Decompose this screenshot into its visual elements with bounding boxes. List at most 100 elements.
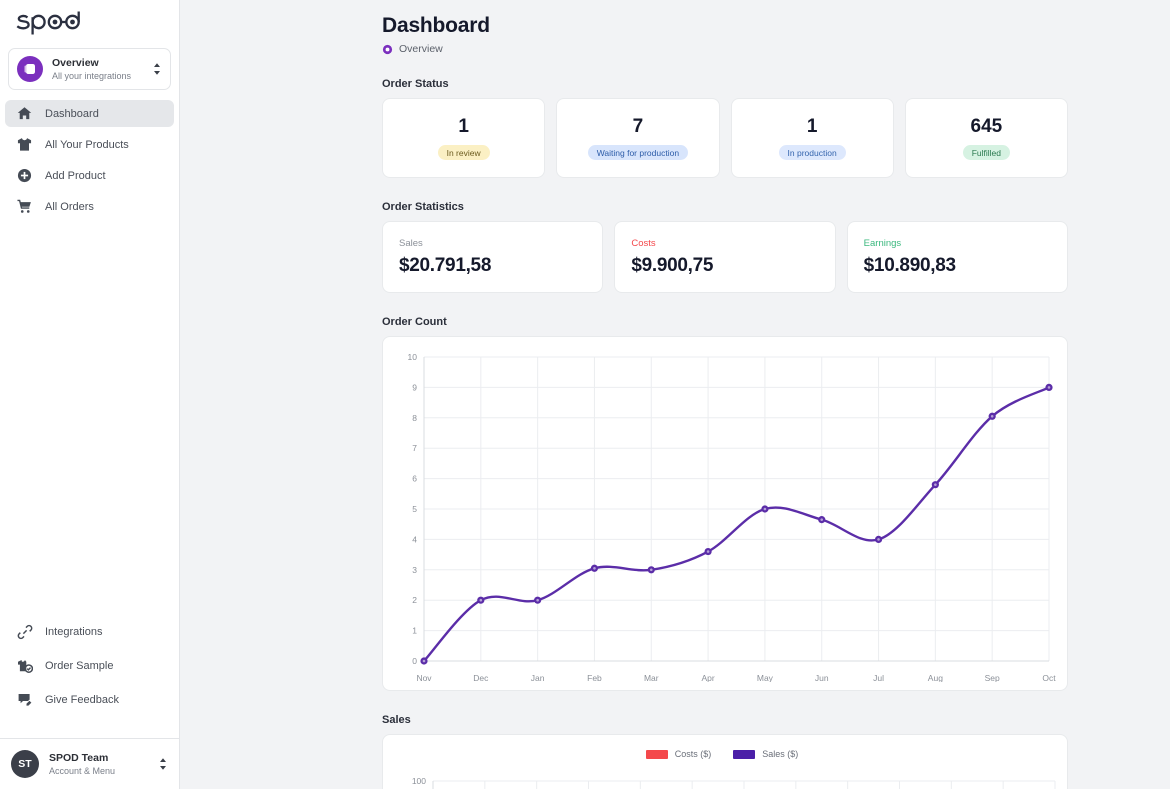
svg-text:Aug: Aug bbox=[928, 673, 943, 682]
up-down-chevron-icon[interactable] bbox=[158, 756, 168, 772]
stat-value: $20.791,58 bbox=[399, 254, 492, 276]
svg-text:Mar: Mar bbox=[644, 673, 659, 682]
order-statistics-cards: Sales $20.791,58 Costs $9.900,75 Earning… bbox=[382, 221, 1068, 293]
sidebar-item-label: Integrations bbox=[45, 625, 103, 638]
order-status-cards: 1 In review 7 Waiting for production 1 I… bbox=[382, 98, 1068, 178]
legend-item-costs[interactable]: Costs ($) bbox=[645, 749, 712, 759]
stat-card-sales[interactable]: Sales $20.791,58 bbox=[382, 221, 604, 293]
status-count: 7 bbox=[632, 116, 644, 137]
svg-text:5: 5 bbox=[412, 504, 417, 514]
sidebar-item-label: Add Product bbox=[45, 169, 106, 182]
stat-label: Sales bbox=[399, 237, 423, 249]
tshirt-check-icon bbox=[16, 658, 33, 674]
org-switcher[interactable]: Overview All your integrations bbox=[8, 48, 171, 90]
status-card-fulfilled[interactable]: 645 Fulfilled bbox=[904, 98, 1068, 178]
svg-text:100: 100 bbox=[412, 776, 426, 786]
account-subtitle: Account & Menu bbox=[49, 765, 116, 776]
order-statistics-section-label: Order Statistics bbox=[382, 201, 464, 213]
legend-label: Sales ($) bbox=[762, 749, 799, 759]
logo-container[interactable] bbox=[0, 0, 179, 42]
status-card-in-production[interactable]: 1 In production bbox=[730, 98, 894, 178]
sidebar-item-label: Give Feedback bbox=[45, 693, 119, 706]
stat-card-costs[interactable]: Costs $9.900,75 bbox=[614, 221, 836, 293]
account-menu[interactable]: ST SPOD Team Account & Menu bbox=[0, 738, 179, 789]
stat-value: $9.900,75 bbox=[631, 254, 714, 276]
up-down-chevron-icon[interactable] bbox=[152, 61, 162, 77]
svg-text:1: 1 bbox=[412, 626, 417, 636]
feedback-flag-icon bbox=[16, 692, 33, 708]
svg-text:7: 7 bbox=[412, 443, 417, 453]
sidebar-item-all-orders[interactable]: All Orders bbox=[5, 193, 174, 220]
avatar: ST bbox=[11, 750, 39, 778]
svg-text:Jun: Jun bbox=[815, 673, 829, 682]
org-switcher-texts: Overview All your integrations bbox=[52, 57, 143, 82]
status-card-waiting-for-production[interactable]: 7 Waiting for production bbox=[556, 98, 720, 178]
content-container: Dashboard Overview Order Status 1 In rev… bbox=[180, 0, 1170, 789]
app-root: Overview All your integrations Dashboard bbox=[0, 0, 1170, 789]
account-texts: SPOD Team Account & Menu bbox=[49, 752, 148, 777]
svg-text:6: 6 bbox=[412, 474, 417, 484]
svg-text:Nov: Nov bbox=[416, 673, 432, 682]
sidebar-item-give-feedback[interactable]: Give Feedback bbox=[5, 686, 174, 713]
svg-text:Feb: Feb bbox=[587, 673, 602, 682]
svg-text:4: 4 bbox=[412, 534, 417, 544]
sidebar-nav: Dashboard All Your Products Add Product bbox=[0, 100, 179, 224]
order-count-section-label: Order Count bbox=[382, 316, 447, 328]
stat-card-earnings[interactable]: Earnings $10.890,83 bbox=[846, 221, 1068, 293]
link-icon bbox=[16, 624, 33, 640]
org-switcher-title: Overview bbox=[52, 56, 99, 69]
legend-label: Costs ($) bbox=[674, 749, 712, 759]
home-icon bbox=[16, 106, 33, 121]
svg-text:10: 10 bbox=[408, 352, 418, 362]
plus-circle-icon bbox=[16, 168, 33, 183]
legend-swatch-costs bbox=[645, 749, 668, 759]
svg-text:Dec: Dec bbox=[473, 673, 489, 682]
breadcrumb: Overview bbox=[382, 43, 1068, 55]
sidebar-item-label: All Your Products bbox=[45, 138, 129, 151]
svg-text:9: 9 bbox=[412, 382, 417, 392]
sidebar-secondary-nav: Integrations Order Sample Give Feedback bbox=[0, 618, 179, 720]
overview-ring-icon bbox=[382, 44, 393, 55]
svg-text:Apr: Apr bbox=[701, 673, 714, 682]
status-badge: Waiting for production bbox=[587, 145, 689, 160]
org-circle-icon bbox=[17, 56, 43, 82]
breadcrumb-label: Overview bbox=[399, 43, 443, 55]
account-name: SPOD Team bbox=[49, 751, 109, 764]
svg-text:2: 2 bbox=[412, 595, 417, 605]
sidebar-item-dashboard[interactable]: Dashboard bbox=[5, 100, 174, 127]
legend-item-sales[interactable]: Sales ($) bbox=[733, 749, 798, 759]
stat-value: $10.890,83 bbox=[863, 254, 956, 276]
sidebar-item-label: Dashboard bbox=[45, 107, 99, 120]
svg-text:0: 0 bbox=[412, 656, 417, 666]
sidebar: Overview All your integrations Dashboard bbox=[0, 0, 180, 789]
sales-chart-card: Costs ($) Sales ($) 100 bbox=[382, 734, 1068, 789]
sales-section-label: Sales bbox=[382, 714, 411, 726]
status-count: 1 bbox=[458, 116, 469, 137]
main-content: Dashboard Overview Order Status 1 In rev… bbox=[180, 0, 1170, 789]
order-count-line-chart[interactable]: 0 1 2 3 4 5 6 7 8 9 10 Nov Dec Jan Feb Mar Apr May Jun Jul A… bbox=[391, 347, 1067, 682]
org-switcher-subtitle: All your integrations bbox=[52, 70, 132, 81]
status-card-in-review[interactable]: 1 In review bbox=[382, 98, 546, 178]
sidebar-item-all-your-products[interactable]: All Your Products bbox=[5, 131, 174, 158]
order-status-section-label: Order Status bbox=[382, 78, 449, 90]
svg-text:Sep: Sep bbox=[985, 673, 1000, 682]
svg-text:Jan: Jan bbox=[531, 673, 545, 682]
svg-text:Jul: Jul bbox=[873, 673, 884, 682]
status-count: 645 bbox=[970, 116, 1003, 137]
legend-swatch-sales bbox=[733, 749, 756, 759]
stat-label: Earnings bbox=[863, 237, 902, 249]
sidebar-item-label: All Orders bbox=[45, 200, 94, 213]
page-title: Dashboard bbox=[382, 14, 490, 37]
spod-logo-icon bbox=[16, 11, 80, 35]
sidebar-item-label: Order Sample bbox=[45, 659, 114, 672]
sidebar-item-integrations[interactable]: Integrations bbox=[5, 618, 174, 645]
order-count-chart-card: 0 1 2 3 4 5 6 7 8 9 10 Nov Dec Jan Feb Mar Apr May Jun Jul A… bbox=[382, 336, 1068, 691]
sidebar-item-order-sample[interactable]: Order Sample bbox=[5, 652, 174, 679]
sidebar-item-add-product[interactable]: Add Product bbox=[5, 162, 174, 189]
svg-text:3: 3 bbox=[412, 565, 417, 575]
status-badge: In review bbox=[437, 145, 490, 160]
status-badge: In production bbox=[778, 145, 846, 160]
status-badge: Fulfilled bbox=[962, 145, 1011, 160]
sales-bar-chart[interactable]: 100 bbox=[391, 769, 1067, 789]
cart-icon bbox=[16, 199, 33, 214]
